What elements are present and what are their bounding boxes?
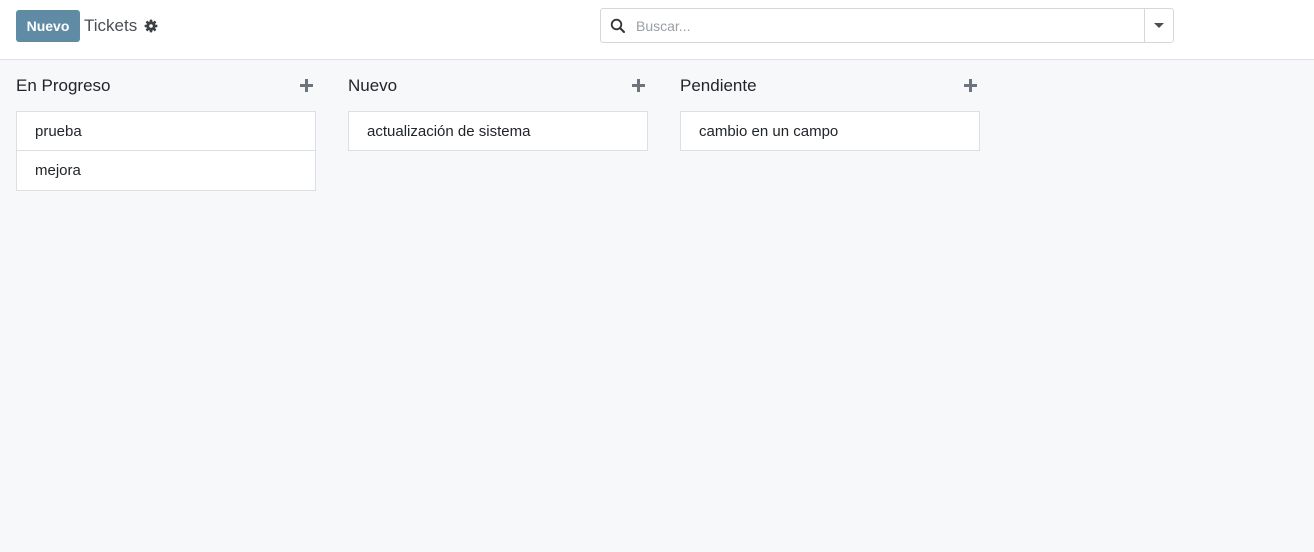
card-list: actualización de sistema — [348, 111, 648, 151]
kanban-column-en-progreso: En Progreso prueba mejora — [16, 72, 316, 191]
card-title: mejora — [35, 162, 81, 179]
page-title: Tickets — [84, 16, 138, 35]
kanban-column-nuevo: Nuevo actualización de sistema — [348, 72, 648, 151]
column-header: En Progreso — [16, 72, 316, 100]
plus-icon[interactable] — [632, 79, 646, 93]
kanban-card[interactable]: cambio en un campo — [680, 111, 980, 151]
card-list: cambio en un campo — [680, 111, 980, 151]
card-title: cambio en un campo — [699, 122, 839, 140]
kanban-card[interactable]: mejora — [16, 151, 316, 191]
search-input[interactable] — [636, 9, 1141, 42]
search-box — [600, 8, 1174, 43]
kanban-card[interactable]: actualización de sistema — [348, 111, 648, 151]
plus-icon[interactable] — [964, 79, 978, 93]
column-header: Pendiente — [680, 72, 980, 100]
column-title: En Progreso — [16, 76, 111, 95]
kanban-column-pendiente: Pendiente cambio en un campo — [680, 72, 980, 151]
gear-icon[interactable] — [144, 19, 158, 33]
column-title: Pendiente — [680, 76, 757, 95]
card-title: actualización de sistema — [367, 122, 531, 140]
search-options-toggle[interactable] — [1144, 9, 1173, 42]
column-title: Nuevo — [348, 76, 398, 95]
new-button[interactable]: Nuevo — [16, 10, 80, 42]
search-icon — [610, 18, 626, 34]
card-list: prueba mejora — [16, 111, 316, 191]
caret-down-icon — [1154, 23, 1164, 28]
control-panel: Nuevo Tickets — [0, 0, 1314, 60]
column-header: Nuevo — [348, 72, 648, 100]
kanban-card[interactable]: prueba — [16, 111, 316, 151]
breadcrumb: Tickets — [84, 14, 158, 38]
card-title: prueba — [35, 122, 82, 140]
plus-icon[interactable] — [300, 79, 314, 93]
